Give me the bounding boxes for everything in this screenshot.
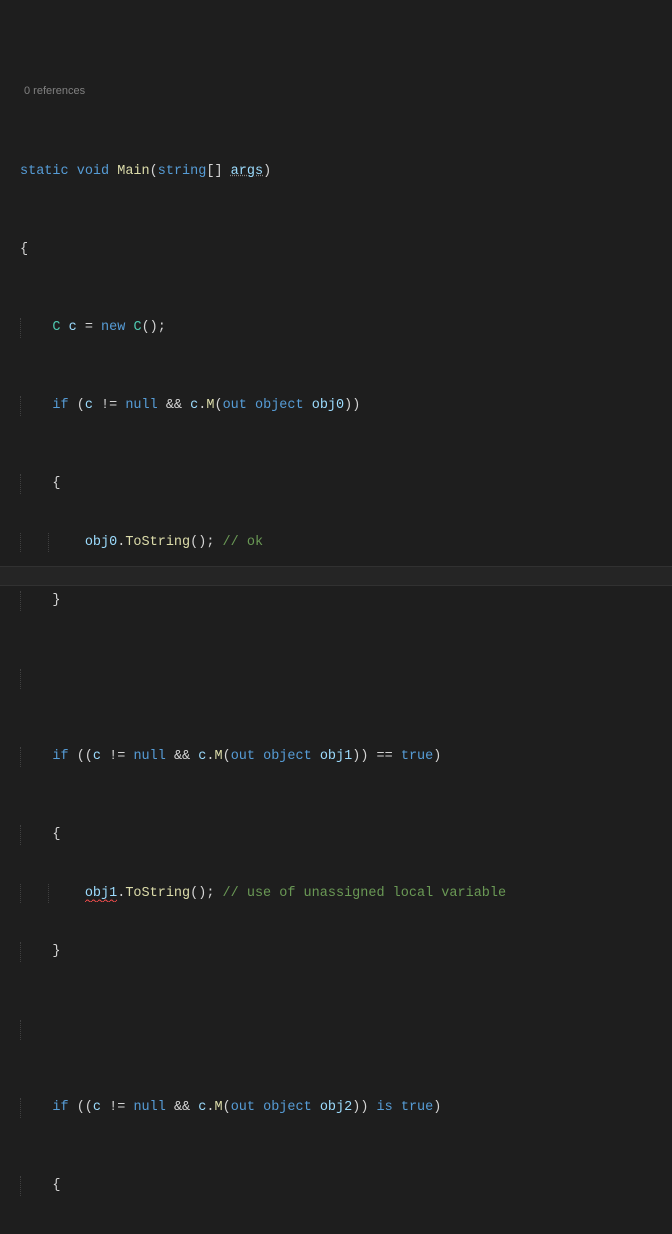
code-line[interactable]: } [20, 942, 672, 962]
code-line[interactable]: { [20, 1176, 672, 1196]
code-line[interactable]: if (c != null && c.M(out object obj0)) [20, 396, 672, 416]
code-line[interactable]: static void Main(string[] args) [20, 162, 672, 182]
code-editor[interactable]: 0 references static void Main(string[] a… [0, 0, 672, 1234]
code-line[interactable]: { [20, 825, 672, 845]
code-line[interactable]: { [20, 474, 672, 494]
code-line[interactable]: obj0.ToString(); // ok [20, 533, 672, 553]
code-line[interactable]: } [20, 591, 672, 611]
codelens-references[interactable]: 0 references [20, 82, 672, 102]
code-line[interactable] [20, 1020, 672, 1040]
code-line[interactable]: obj1.ToString(); // use of unassigned lo… [20, 884, 672, 904]
code-line[interactable] [20, 669, 672, 689]
code-line[interactable]: { [20, 240, 672, 260]
code-line[interactable]: C c = new C(); [20, 318, 672, 338]
code-line[interactable]: if ((c != null && c.M(out object obj2)) … [20, 1098, 672, 1118]
code-line[interactable]: if ((c != null && c.M(out object obj1)) … [20, 747, 672, 767]
